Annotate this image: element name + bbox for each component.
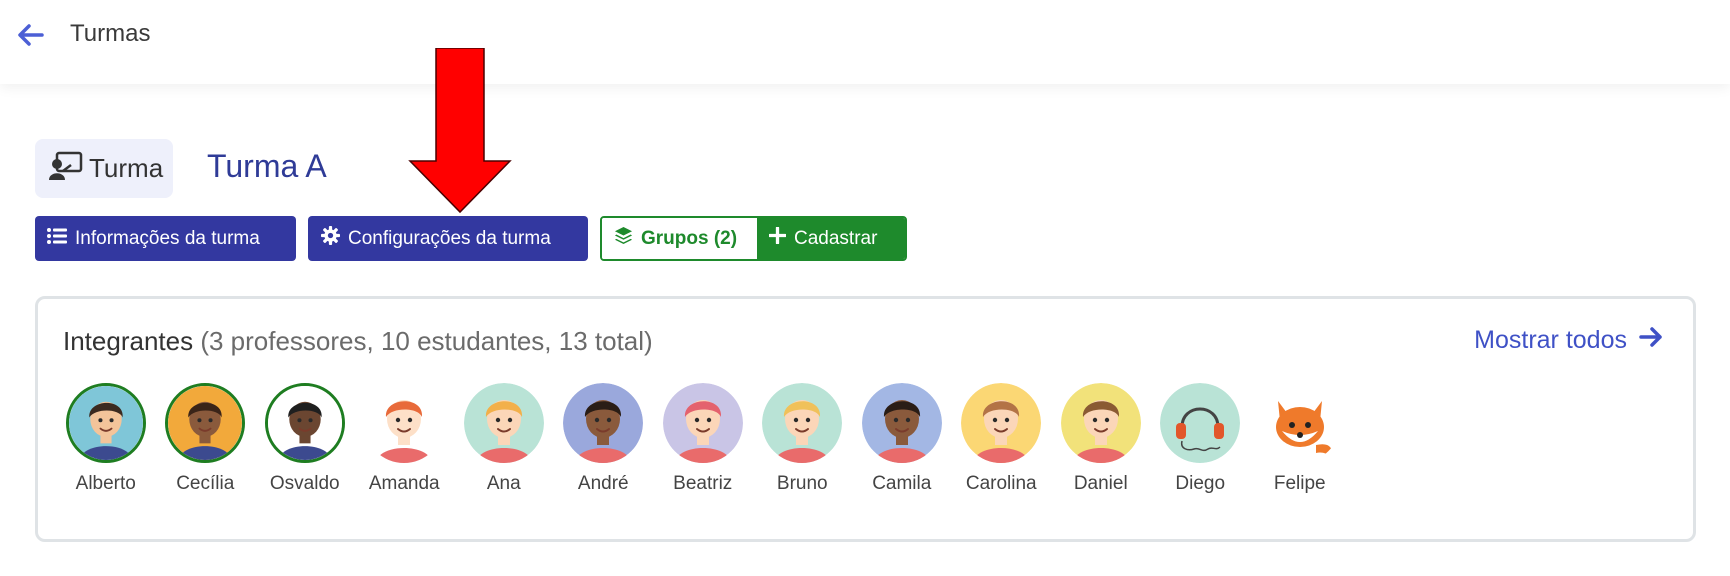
member-item[interactable]: Camila: [852, 383, 952, 495]
add-button-label: Cadastrar: [794, 227, 878, 249]
members-summary: (3 professores, 10 estudantes, 13 total): [200, 326, 653, 356]
class-tag: Turma: [35, 139, 173, 198]
avatar: [463, 383, 544, 463]
members-title-label: Integrantes: [63, 326, 194, 356]
member-item[interactable]: Osvaldo: [255, 383, 355, 495]
member-item[interactable]: Ana: [454, 383, 554, 495]
avatar: [961, 383, 1042, 463]
class-info-button-label: Informações da turma: [75, 227, 260, 249]
avatar: [364, 383, 445, 463]
member-item[interactable]: Felipe: [1250, 383, 1350, 495]
member-item[interactable]: Cecília: [156, 383, 256, 495]
member-name: Alberto: [75, 473, 136, 494]
avatar: [563, 383, 644, 463]
class-settings-button-label: Configurações da turma: [348, 227, 551, 249]
class-settings-button[interactable]: Configurações da turma: [308, 216, 588, 261]
avatar: [165, 383, 246, 463]
plus-icon: [768, 226, 787, 250]
member-name: Daniel: [1073, 473, 1128, 494]
members-panel: Integrantes (3 professores, 10 estudante…: [35, 296, 1696, 542]
member-item[interactable]: Diego: [1151, 383, 1251, 495]
page-title: Turmas: [70, 20, 151, 47]
members-list: Alberto Cecília Osvaldo Amanda Ana André Beatr…: [56, 383, 1350, 495]
list-icon: [47, 227, 67, 250]
member-name: Beatriz: [673, 473, 733, 494]
member-name: Osvaldo: [269, 473, 340, 494]
member-name: Amanda: [368, 473, 440, 494]
arrow-right-icon: [1639, 326, 1663, 355]
avatar: [1259, 383, 1340, 463]
class-tag-label: Turma: [89, 153, 164, 183]
avatar: [1060, 383, 1141, 463]
member-name: Felipe: [1273, 473, 1326, 494]
avatar: [762, 383, 843, 463]
member-name: Camila: [872, 473, 932, 494]
avatar: [861, 383, 942, 463]
back-arrow-icon[interactable]: [16, 22, 44, 48]
member-item[interactable]: Daniel: [1051, 383, 1151, 495]
avatar: [65, 383, 146, 463]
member-item[interactable]: Beatriz: [653, 383, 753, 495]
member-name: Ana: [486, 473, 521, 494]
member-name: André: [577, 473, 629, 494]
show-all-label: Mostrar todos: [1474, 326, 1627, 354]
add-button[interactable]: Cadastrar: [757, 218, 905, 259]
members-title: Integrantes (3 professores, 10 estudante…: [63, 326, 653, 357]
member-item[interactable]: Carolina: [952, 383, 1052, 495]
gear-icon: [321, 226, 340, 251]
member-name: Cecília: [176, 473, 235, 494]
member-name: Bruno: [776, 473, 828, 494]
member-item[interactable]: Amanda: [355, 383, 455, 495]
member-name: Carolina: [965, 473, 1037, 494]
teacher-board-icon: [49, 151, 83, 186]
member-name: Diego: [1175, 473, 1226, 494]
member-item[interactable]: André: [554, 383, 654, 495]
avatar: [1160, 383, 1241, 463]
class-name: Turma A: [207, 148, 327, 184]
layers-icon: [614, 226, 633, 251]
class-info-button[interactable]: Informações da turma: [35, 216, 296, 261]
avatar: [662, 383, 743, 463]
red-arrow-annotation: [408, 47, 512, 214]
member-item[interactable]: Alberto: [56, 383, 156, 495]
groups-button[interactable]: Grupos (2): [602, 218, 757, 259]
top-bar: Turmas: [0, 0, 1730, 84]
groups-button-group: Grupos (2) Cadastrar: [600, 216, 907, 261]
show-all-link[interactable]: Mostrar todos: [1474, 326, 1663, 355]
groups-button-label: Grupos (2): [641, 227, 738, 249]
member-item[interactable]: Bruno: [753, 383, 853, 495]
avatar: [264, 383, 345, 463]
